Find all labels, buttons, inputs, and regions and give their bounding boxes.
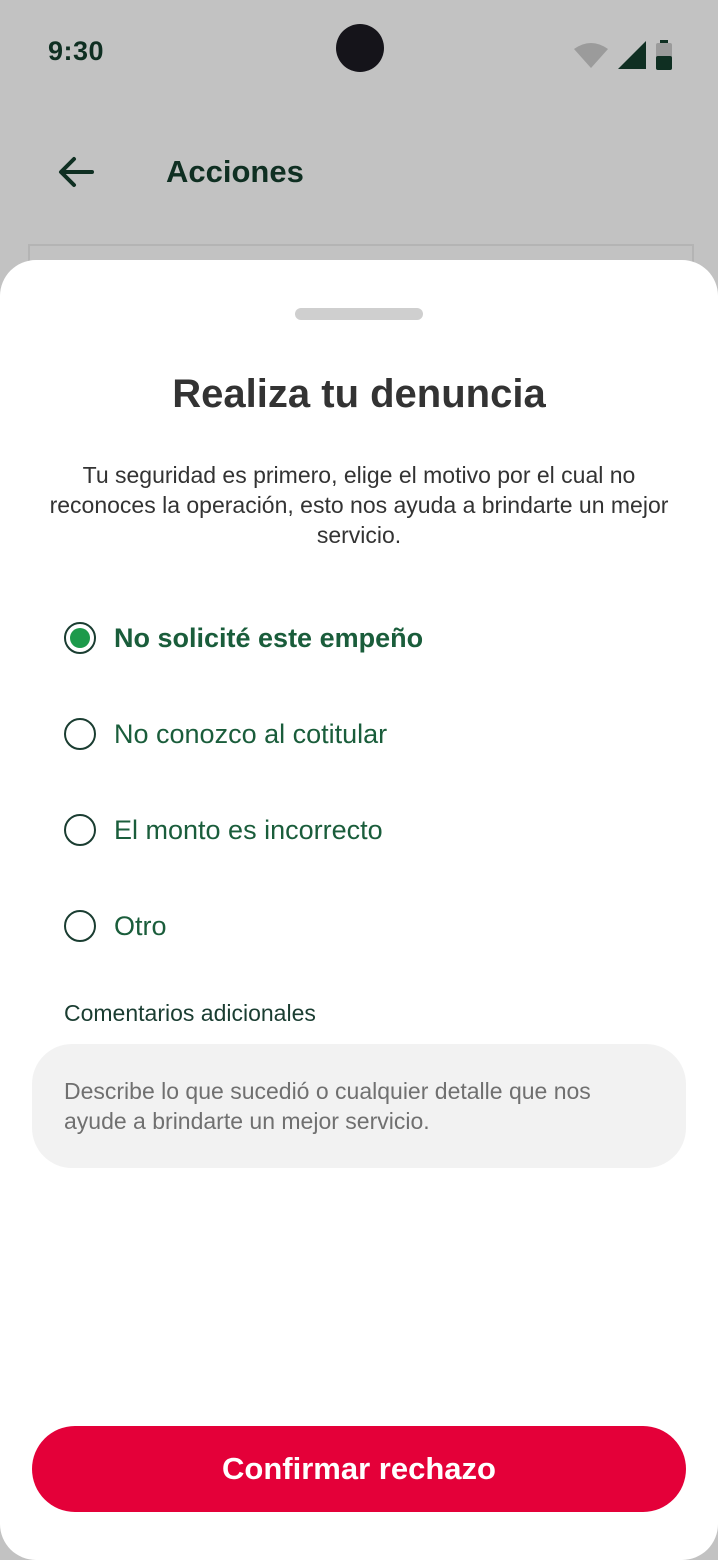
radio-unselected-icon[interactable] xyxy=(64,814,96,846)
radio-selected-icon[interactable] xyxy=(64,622,96,654)
reason-option[interactable]: Otro xyxy=(64,902,624,950)
status-time: 9:30 xyxy=(48,36,105,66)
page-title: Acciones xyxy=(166,154,304,189)
battery-icon xyxy=(656,40,672,75)
confirm-reject-button[interactable]: Confirmar rechazo xyxy=(32,1426,686,1512)
arrow-left-icon xyxy=(58,156,94,193)
reason-option[interactable]: El monto es incorrecto xyxy=(64,806,624,854)
status-bar: 9:30 xyxy=(0,0,718,100)
phone-screen: 9:30 Acciones Realiza tu denuncia Tu seg… xyxy=(0,0,718,1560)
option-label: No conozco al cotitular xyxy=(114,718,388,749)
comments-label: Comentarios adicionales xyxy=(64,1000,316,1026)
back-button[interactable] xyxy=(52,150,100,198)
comments-field[interactable]: Describe lo que sucedió o cualquier deta… xyxy=(32,1044,686,1168)
wifi-icon xyxy=(574,42,608,73)
reason-option[interactable]: No solicité este empeño xyxy=(64,614,624,662)
sheet-drag-handle[interactable] xyxy=(295,308,423,320)
sheet-description: Tu seguridad es primero, elige el motivo… xyxy=(49,462,669,548)
front-camera xyxy=(336,24,384,72)
option-label: No solicité este empeño xyxy=(114,622,424,653)
signal-icon xyxy=(618,41,646,74)
status-icons xyxy=(574,40,672,75)
sheet-title: Realiza tu denuncia xyxy=(172,372,546,416)
radio-unselected-icon[interactable] xyxy=(64,910,96,942)
app-bar: Acciones xyxy=(0,120,718,230)
reason-option[interactable]: No conozco al cotitular xyxy=(64,710,624,758)
option-label: Otro xyxy=(114,910,167,941)
option-label: El monto es incorrecto xyxy=(114,814,383,845)
radio-unselected-icon[interactable] xyxy=(64,718,96,750)
bottom-sheet: Realiza tu denuncia Tu seguridad es prim… xyxy=(0,260,718,1560)
